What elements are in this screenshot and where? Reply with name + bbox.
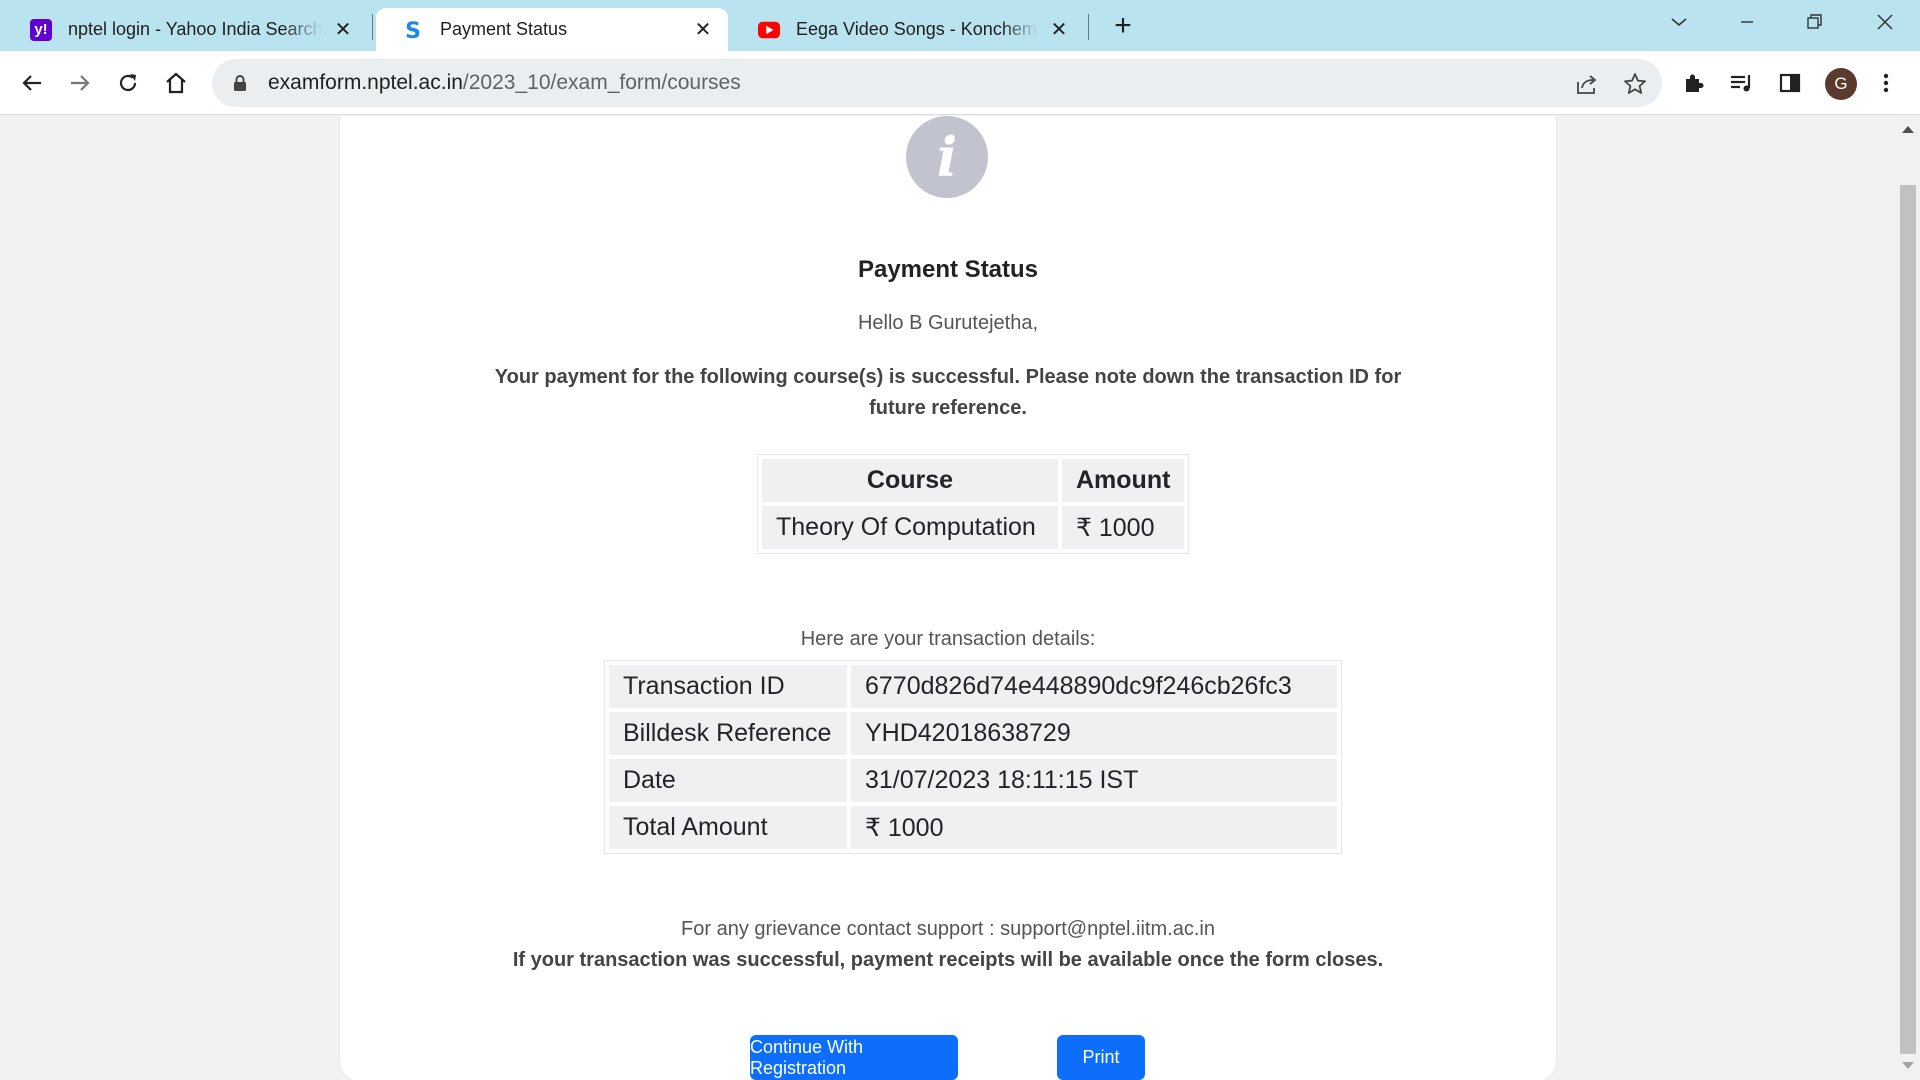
back-icon[interactable] bbox=[14, 65, 50, 101]
table-row: Billdesk Reference YHD42018638729 bbox=[609, 712, 1337, 755]
page-viewport: i Payment Status Hello B Gurutejetha, Yo… bbox=[0, 116, 1896, 1080]
success-message: Your payment for the following course(s)… bbox=[494, 366, 1402, 419]
print-button[interactable]: Print bbox=[1057, 1035, 1145, 1080]
course-table: Course Amount Theory Of Computation ₹ 10… bbox=[757, 454, 1190, 554]
transaction-id-value: 6770d826d74e448890dc9f246cb26fc3 bbox=[851, 665, 1337, 708]
scroll-down-arrow-icon[interactable] bbox=[1902, 1062, 1914, 1069]
tab-title: Payment Status bbox=[440, 19, 568, 39]
date-label: Date bbox=[609, 759, 847, 802]
table-row: Theory Of Computation ₹ 1000 bbox=[762, 506, 1185, 549]
tab-separator bbox=[372, 14, 373, 40]
extensions-icon[interactable] bbox=[1676, 65, 1712, 101]
billdesk-reference-value: YHD42018638729 bbox=[851, 712, 1337, 755]
continue-registration-button[interactable]: Continue With Registration bbox=[750, 1035, 958, 1080]
course-name-cell: Theory Of Computation bbox=[762, 506, 1058, 549]
tab-yahoo-search[interactable]: y! nptel login - Yahoo India Search Resu… bbox=[4, 8, 368, 51]
column-header-amount: Amount bbox=[1062, 459, 1185, 502]
browser-toolbar: examform.nptel.ac.in/2023_10/exam_form/c… bbox=[0, 51, 1920, 115]
side-panel-icon[interactable] bbox=[1772, 65, 1808, 101]
menu-kebab-icon[interactable] bbox=[1868, 65, 1904, 101]
bookmark-star-icon[interactable] bbox=[1622, 71, 1648, 97]
support-contact-text: For any grievance contact support : supp… bbox=[681, 918, 1215, 940]
close-tab-icon[interactable]: ✕ bbox=[332, 19, 354, 41]
lock-icon[interactable] bbox=[230, 73, 250, 93]
table-row: Total Amount ₹ 1000 bbox=[609, 806, 1337, 849]
billdesk-reference-label: Billdesk Reference bbox=[609, 712, 847, 755]
scrollbar-thumb[interactable] bbox=[1900, 185, 1916, 1054]
page-title: Payment Status bbox=[857, 256, 1039, 283]
tab-title: nptel login - Yahoo India Search Results bbox=[68, 19, 322, 39]
url-host: examform.nptel.ac.in bbox=[268, 71, 463, 94]
forward-icon[interactable] bbox=[62, 65, 98, 101]
media-queue-icon[interactable] bbox=[1724, 65, 1760, 101]
url-path: /2023_10/exam_form/courses bbox=[462, 71, 741, 94]
transaction-table: Transaction ID 6770d826d74e448890dc9f246… bbox=[604, 660, 1342, 854]
table-row: Date 31/07/2023 18:11:15 IST bbox=[609, 759, 1337, 802]
vertical-scrollbar[interactable] bbox=[1896, 116, 1920, 1080]
profile-avatar[interactable]: G bbox=[1825, 68, 1857, 100]
tab-search-chevron-icon[interactable] bbox=[1656, 4, 1702, 40]
table-row: Transaction ID 6770d826d74e448890dc9f246… bbox=[609, 665, 1337, 708]
home-icon[interactable] bbox=[158, 65, 194, 101]
transaction-id-label: Transaction ID bbox=[609, 665, 847, 708]
new-tab-button[interactable]: + bbox=[1106, 10, 1140, 44]
restore-icon[interactable] bbox=[1792, 4, 1838, 40]
url-text: examform.nptel.ac.in/2023_10/exam_form/c… bbox=[268, 71, 741, 95]
table-header-row: Course Amount bbox=[762, 459, 1185, 502]
tab-youtube[interactable]: Eega Video Songs - Konchem Konchem ✕ bbox=[732, 8, 1084, 51]
swayam-icon: S bbox=[402, 19, 424, 41]
minimize-icon[interactable] bbox=[1724, 4, 1770, 40]
close-tab-icon[interactable]: ✕ bbox=[1048, 19, 1070, 41]
close-tab-icon[interactable]: ✕ bbox=[692, 19, 714, 41]
svg-text:S: S bbox=[405, 19, 421, 41]
scroll-up-arrow-icon[interactable] bbox=[1902, 126, 1914, 133]
tab-strip: y! nptel login - Yahoo India Search Resu… bbox=[0, 0, 1920, 51]
address-bar[interactable]: examform.nptel.ac.in/2023_10/exam_form/c… bbox=[212, 59, 1662, 107]
share-icon[interactable] bbox=[1574, 71, 1600, 97]
tab-title: Eega Video Songs - Konchem Konchem bbox=[796, 19, 1038, 39]
date-value: 31/07/2023 18:11:15 IST bbox=[851, 759, 1337, 802]
yahoo-icon: y! bbox=[30, 18, 52, 41]
payment-status-card: i Payment Status Hello B Gurutejetha, Yo… bbox=[340, 116, 1556, 1080]
info-icon: i bbox=[906, 116, 988, 198]
total-amount-value: ₹ 1000 bbox=[851, 806, 1337, 849]
transaction-details-label: Here are your transaction details: bbox=[800, 628, 1096, 650]
greeting-text: Hello B Gurutejetha, bbox=[857, 312, 1039, 334]
total-amount-label: Total Amount bbox=[609, 806, 847, 849]
column-header-course: Course bbox=[762, 459, 1058, 502]
tab-payment-status[interactable]: S Payment Status ✕ bbox=[376, 8, 728, 51]
close-window-icon[interactable] bbox=[1862, 4, 1908, 40]
course-amount-cell: ₹ 1000 bbox=[1062, 506, 1185, 549]
tab-separator bbox=[1088, 14, 1089, 40]
receipt-notice: If your transaction was successful, paym… bbox=[512, 949, 1384, 971]
youtube-icon bbox=[758, 19, 780, 41]
reload-icon[interactable] bbox=[110, 65, 146, 101]
